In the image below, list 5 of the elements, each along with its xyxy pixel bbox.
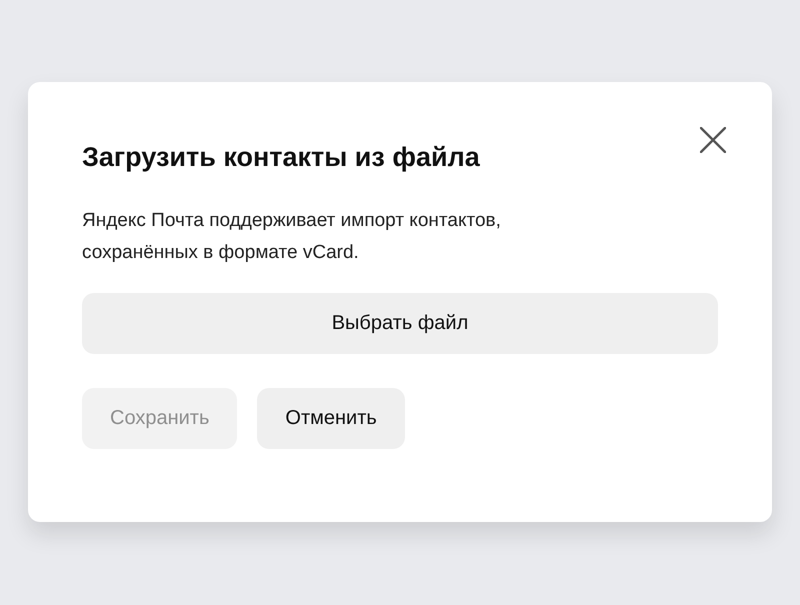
close-icon[interactable] (700, 127, 726, 153)
dialog-button[interactable]: Отменить (257, 388, 405, 449)
dialog-description: Яндекс Почта поддерживает импорт контактов, сохранённых в формате vCard. (82, 209, 502, 265)
choose-file-button[interactable]: Выбрать файл (82, 293, 718, 354)
dialog-title: Загрузить контакты из файла (82, 142, 480, 173)
